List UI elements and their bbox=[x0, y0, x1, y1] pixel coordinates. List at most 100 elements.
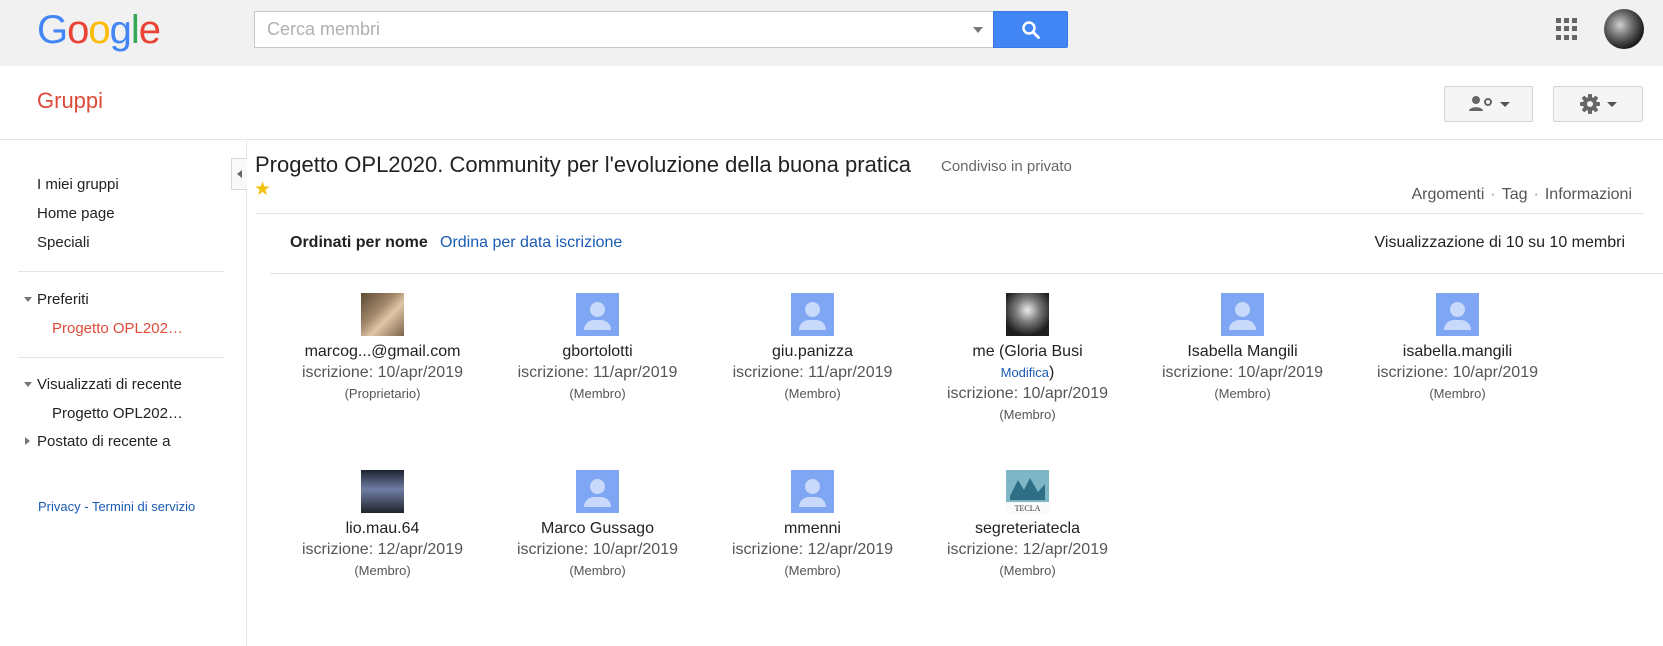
info-link[interactable]: Informazioni bbox=[1545, 186, 1632, 203]
expand-triangle-icon[interactable] bbox=[24, 382, 32, 387]
member-avatar[interactable]: TECLA bbox=[1006, 470, 1049, 513]
member-name[interactable]: gbortolotti bbox=[490, 341, 705, 362]
expand-triangle-icon[interactable] bbox=[24, 297, 32, 302]
member-role: (Membro) bbox=[1429, 386, 1486, 401]
member-role: (Membro) bbox=[999, 407, 1056, 422]
settings-button[interactable] bbox=[1553, 86, 1643, 122]
member-card[interactable]: TECLA segreteriatecla iscrizione: 12/apr… bbox=[920, 470, 1135, 581]
sidebar-item-special[interactable]: Speciali bbox=[37, 234, 90, 251]
sidebar-item-recent-group[interactable]: Progetto OPL202… bbox=[52, 405, 183, 422]
sidebar-section-recent[interactable]: Visualizzati di recente bbox=[37, 376, 182, 393]
sidebar-divider bbox=[18, 271, 224, 272]
member-role: (Membro) bbox=[784, 386, 841, 401]
member-join-date: iscrizione: 11/apr/2019 bbox=[517, 364, 678, 381]
topics-link[interactable]: Argomenti bbox=[1411, 186, 1484, 203]
group-title: Progetto OPL2020. Community per l'evoluz… bbox=[255, 152, 912, 177]
logo-letter: e bbox=[138, 8, 161, 52]
apps-grid-icon[interactable] bbox=[1556, 18, 1578, 40]
member-count: Visualizzazione di 10 su 10 membri bbox=[1374, 234, 1626, 251]
member-name[interactable]: isabella.mangili bbox=[1350, 341, 1565, 362]
member-card[interactable]: Isabella Mangili iscrizione: 10/apr/2019… bbox=[1135, 293, 1350, 404]
chevron-down-icon bbox=[1499, 101, 1510, 107]
search-box bbox=[254, 11, 993, 48]
member-name[interactable]: me (Gloria Busi bbox=[920, 341, 1135, 362]
logo-letter: G bbox=[37, 8, 68, 52]
member-join-date: iscrizione: 12/apr/2019 bbox=[732, 541, 893, 558]
member-card[interactable]: Marco Gussago iscrizione: 10/apr/2019 (M… bbox=[490, 470, 705, 581]
member-role: (Membro) bbox=[354, 563, 411, 578]
manage-members-button[interactable] bbox=[1444, 86, 1533, 122]
link-separator: · bbox=[1533, 186, 1539, 203]
logo-letter: g bbox=[109, 8, 132, 52]
logo-letter: o bbox=[88, 8, 110, 52]
member-avatar[interactable] bbox=[361, 470, 404, 513]
star-icon[interactable]: ★ bbox=[254, 180, 271, 199]
member-card[interactable]: giu.panizza iscrizione: 11/apr/2019 (Mem… bbox=[705, 293, 920, 404]
app-header: Gruppi bbox=[0, 66, 1663, 140]
link-separator: · bbox=[1490, 186, 1496, 203]
member-join-date: iscrizione: 10/apr/2019 bbox=[302, 364, 463, 381]
divider bbox=[255, 213, 1644, 214]
member-role: (Membro) bbox=[569, 563, 626, 578]
sidebar-section-favorites[interactable]: Preferiti bbox=[37, 291, 89, 308]
member-join-date: iscrizione: 10/apr/2019 bbox=[1377, 364, 1538, 381]
member-card[interactable]: isabella.mangili iscrizione: 10/apr/2019… bbox=[1350, 293, 1565, 404]
account-avatar[interactable] bbox=[1604, 9, 1644, 49]
google-logo[interactable]: Google bbox=[37, 8, 161, 52]
member-name[interactable]: giu.panizza bbox=[705, 341, 920, 362]
member-avatar[interactable] bbox=[791, 293, 834, 336]
member-card[interactable]: mmenni iscrizione: 12/apr/2019 (Membro) bbox=[705, 470, 920, 581]
sidebar-item-home[interactable]: Home page bbox=[37, 205, 115, 222]
member-name[interactable]: Marco Gussago bbox=[490, 518, 705, 539]
svg-text:TECLA: TECLA bbox=[1015, 504, 1041, 513]
terms-link[interactable]: Termini di servizio bbox=[92, 499, 195, 514]
member-name[interactable]: Isabella Mangili bbox=[1135, 341, 1350, 362]
member-join-date: iscrizione: 11/apr/2019 bbox=[732, 364, 893, 381]
sort-by-join-date-link[interactable]: Ordina per data iscrizione bbox=[440, 234, 622, 252]
member-join-date: iscrizione: 10/apr/2019 bbox=[517, 541, 678, 558]
member-name[interactable]: marcog...@gmail.com bbox=[275, 341, 490, 362]
app-title[interactable]: Gruppi bbox=[37, 88, 103, 114]
privacy-link[interactable]: Privacy bbox=[38, 499, 81, 514]
search-options-dropdown-icon[interactable] bbox=[973, 27, 983, 33]
sidebar-section-posted-recent[interactable]: Postato di recente a bbox=[37, 433, 170, 450]
collapsed-triangle-icon[interactable] bbox=[25, 437, 30, 445]
member-avatar[interactable] bbox=[1006, 293, 1049, 336]
logo-letter: l bbox=[130, 8, 140, 52]
edit-name-link[interactable]: Modifica bbox=[1001, 365, 1049, 380]
sidebar-item-favorite-group[interactable]: Progetto OPL202… bbox=[52, 320, 183, 337]
member-avatar[interactable] bbox=[1221, 293, 1264, 336]
member-join-date: iscrizione: 10/apr/2019 bbox=[947, 385, 1108, 402]
divider bbox=[270, 273, 1663, 274]
sidebar-item-my-groups[interactable]: I miei gruppi bbox=[37, 176, 119, 193]
search-icon bbox=[1021, 20, 1040, 39]
person-settings-icon bbox=[1468, 96, 1492, 111]
chevron-left-icon bbox=[237, 170, 242, 178]
member-avatar[interactable] bbox=[576, 470, 619, 513]
member-avatar[interactable] bbox=[791, 470, 834, 513]
member-avatar[interactable] bbox=[361, 293, 404, 336]
member-card-self[interactable]: me (Gloria Busi Modifica) iscrizione: 10… bbox=[920, 293, 1135, 425]
member-name[interactable]: lio.mau.64 bbox=[275, 518, 490, 539]
logo-letter: o bbox=[67, 8, 89, 52]
sort-by-name-label: Ordinati per nome bbox=[290, 234, 428, 251]
member-card[interactable]: lio.mau.64 iscrizione: 12/apr/2019 (Memb… bbox=[275, 470, 490, 581]
member-card[interactable]: marcog...@gmail.com iscrizione: 10/apr/2… bbox=[275, 293, 490, 404]
search-input[interactable] bbox=[265, 12, 945, 47]
member-role: (Proprietario) bbox=[344, 386, 421, 401]
footer-links: Privacy - Termini di servizio bbox=[38, 499, 195, 514]
tecla-logo-icon: TECLA bbox=[1006, 470, 1049, 513]
member-name[interactable]: mmenni bbox=[705, 518, 920, 539]
tags-link[interactable]: Tag bbox=[1502, 186, 1528, 203]
search-button[interactable] bbox=[993, 11, 1068, 48]
member-avatar[interactable] bbox=[1436, 293, 1479, 336]
member-avatar[interactable] bbox=[576, 293, 619, 336]
member-name[interactable]: segreteriatecla bbox=[920, 518, 1135, 539]
member-role: (Membro) bbox=[999, 563, 1056, 578]
member-card[interactable]: gbortolotti iscrizione: 11/apr/2019 (Mem… bbox=[490, 293, 705, 404]
member-join-date: iscrizione: 10/apr/2019 bbox=[1162, 364, 1323, 381]
gear-icon bbox=[1580, 94, 1600, 114]
member-role: (Membro) bbox=[1214, 386, 1271, 401]
chevron-down-icon bbox=[1607, 101, 1617, 107]
collapse-sidebar-button[interactable] bbox=[231, 158, 247, 190]
